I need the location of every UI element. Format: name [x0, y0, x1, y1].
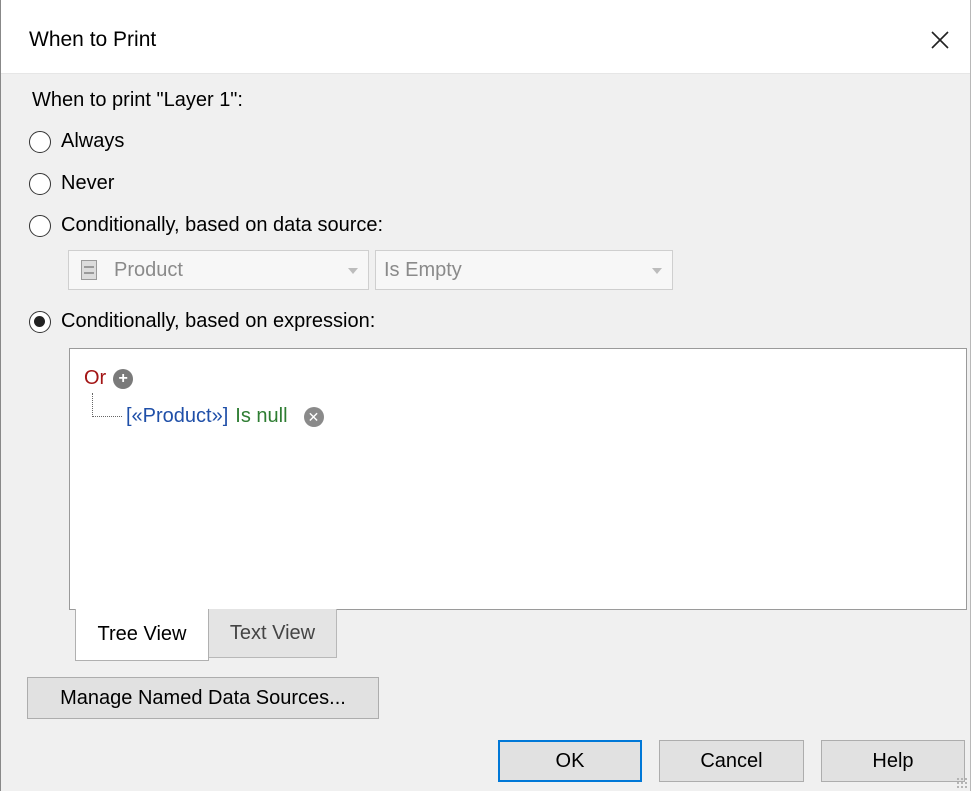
tab-text-view-label: Text View: [229, 621, 316, 644]
data-source-field-value: Product: [114, 258, 183, 281]
chevron-down-icon: [652, 268, 662, 274]
cancel-button[interactable]: Cancel: [659, 740, 804, 782]
radio-conditional-data-source-circle[interactable]: [29, 214, 51, 237]
help-button[interactable]: Help: [821, 740, 965, 782]
data-source-field-select[interactable]: Product: [68, 250, 369, 290]
tab-text-view[interactable]: Text View: [208, 609, 337, 658]
radio-conditional-expression-label: Conditionally, based on expression:: [61, 310, 376, 332]
condition-node: [«Product»] Is null ✕: [126, 405, 324, 428]
close-button[interactable]: [918, 18, 962, 62]
resize-grip[interactable]: [956, 777, 968, 789]
radio-always[interactable]: Always: [29, 130, 124, 153]
radio-never-label: Never: [61, 172, 115, 194]
remove-circle-icon[interactable]: ✕: [303, 406, 324, 427]
radio-conditional-data-source-label: Conditionally, based on data source:: [61, 214, 384, 236]
ok-button[interactable]: OK: [498, 740, 642, 782]
dialog-title: When to Print: [29, 28, 157, 51]
when-to-print-dialog: When to Print When to print "Layer 1": A…: [0, 0, 971, 791]
condition-operator[interactable]: Is null: [235, 405, 287, 428]
close-icon: [931, 31, 949, 49]
radio-always-label: Always: [61, 130, 125, 152]
radio-never[interactable]: Never: [29, 172, 114, 195]
data-source-condition-value: Is Empty: [384, 258, 462, 281]
tab-tree-view[interactable]: Tree View: [75, 609, 209, 661]
title-bar: When to Print: [1, 0, 970, 74]
radio-conditional-data-source[interactable]: Conditionally, based on data source:: [29, 214, 383, 237]
or-operator[interactable]: Or: [84, 367, 106, 390]
radio-never-circle[interactable]: [29, 172, 51, 195]
tree-connector: [92, 393, 122, 417]
print-condition-prompt: When to print "Layer 1":: [32, 89, 243, 111]
tab-tree-view-label: Tree View: [97, 623, 187, 645]
condition-field[interactable]: [«Product»]: [126, 405, 228, 428]
chevron-down-icon: [348, 268, 358, 274]
radio-conditional-expression-circle[interactable]: [29, 310, 51, 333]
expression-tree-editor[interactable]: Or + [«Product»] Is null ✕: [69, 348, 967, 610]
data-source-icon: [81, 260, 97, 280]
manage-named-data-sources-button[interactable]: Manage Named Data Sources...: [27, 677, 379, 719]
plus-circle-icon[interactable]: +: [113, 368, 134, 389]
radio-conditional-expression[interactable]: Conditionally, based on expression:: [29, 310, 375, 333]
data-source-condition-select[interactable]: Is Empty: [375, 250, 673, 290]
radio-always-circle[interactable]: [29, 130, 51, 153]
or-group-node: Or +: [84, 367, 134, 390]
